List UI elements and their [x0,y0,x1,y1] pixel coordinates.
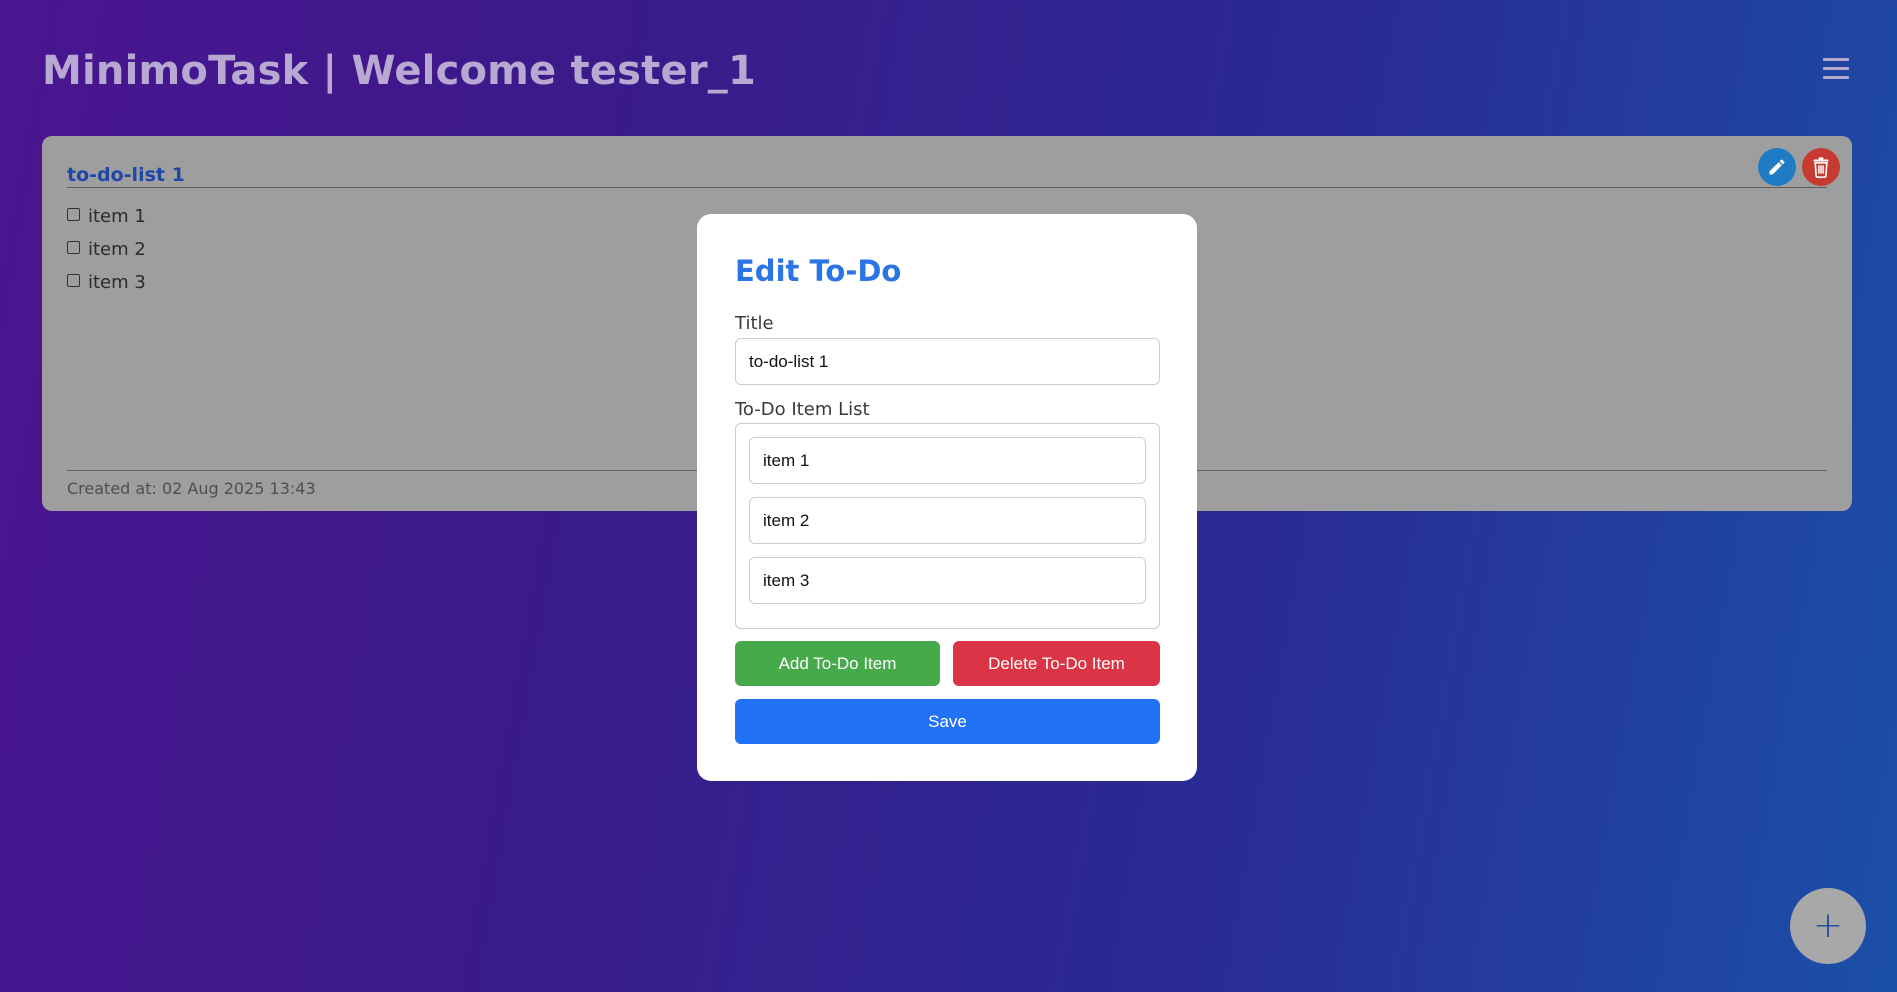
list-item: item 1 [67,200,146,233]
pencil-icon [1769,159,1785,175]
item-checkbox[interactable] [67,208,80,221]
item-checkbox[interactable] [67,241,80,254]
hamburger-menu-icon[interactable] [1823,58,1849,82]
todo-item-input[interactable] [749,557,1146,604]
list-item: item 3 [67,266,146,299]
trash-icon [1813,157,1829,178]
divider [67,187,1827,188]
item-label: item 2 [88,239,146,260]
delete-button[interactable] [1802,148,1840,186]
card-actions [1758,148,1840,186]
created-timestamp: Created at: 02 Aug 2025 13:43 [67,479,316,498]
modal-title: Edit To-Do [735,254,902,288]
todo-item-list: item 1 item 2 item 3 [67,200,146,299]
item-label: item 1 [88,206,146,227]
item-list-label: To-Do Item List [735,399,870,420]
edit-button[interactable] [1758,148,1796,186]
title-label: Title [735,313,774,334]
edit-todo-modal: Edit To-Do Title To-Do Item List Add To-… [697,214,1197,781]
list-item: item 2 [67,233,146,266]
delete-todo-item-button[interactable]: Delete To-Do Item [953,641,1160,686]
todo-card-title: to-do-list 1 [67,164,185,186]
todo-item-input[interactable] [749,437,1146,484]
item-list-container [735,423,1160,629]
plus-icon: + [1812,905,1844,946]
app-title: MinimoTask | Welcome tester_1 [42,48,756,94]
item-checkbox[interactable] [67,274,80,287]
item-label: item 3 [88,272,146,293]
save-button[interactable]: Save [735,699,1160,744]
add-todo-item-button[interactable]: Add To-Do Item [735,641,940,686]
title-input[interactable] [735,338,1160,385]
add-todo-fab[interactable]: + [1790,888,1866,964]
todo-item-input[interactable] [749,497,1146,544]
